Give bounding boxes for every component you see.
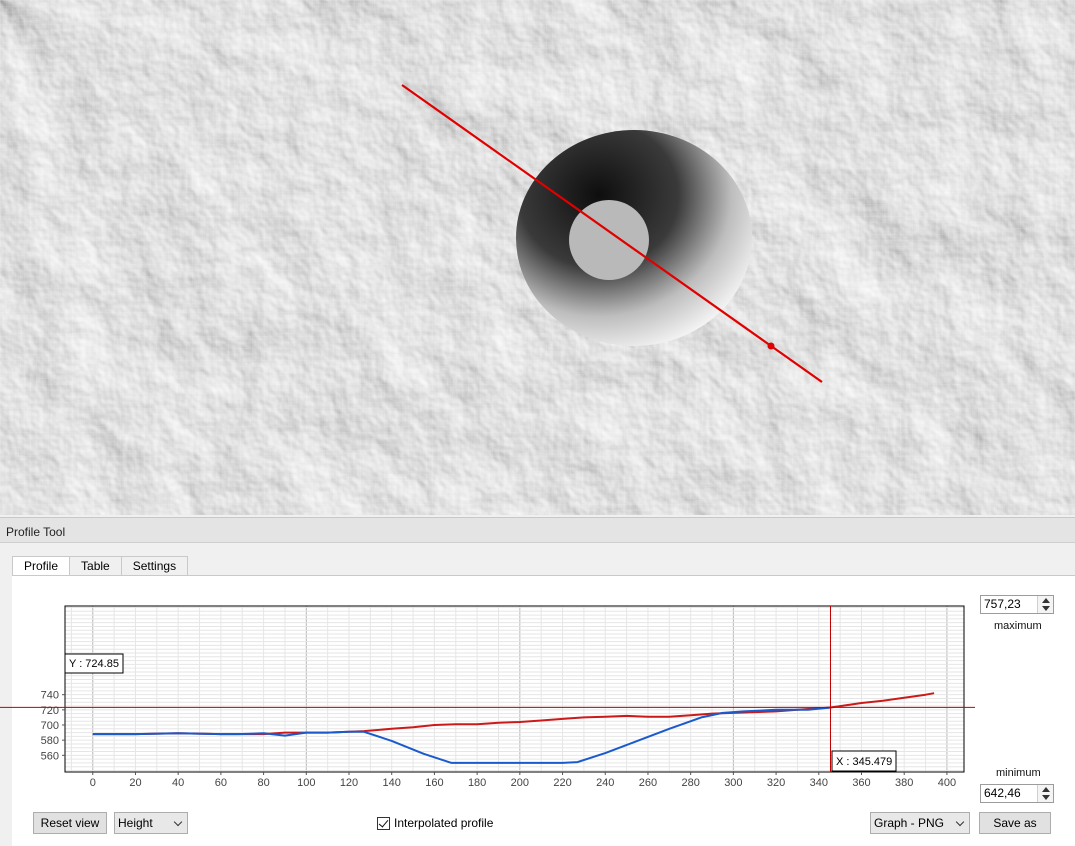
x-tick-label: 20: [129, 777, 141, 789]
plot-grid: [65, 606, 964, 772]
x-tick-label: 240: [596, 777, 614, 789]
arrow-up-icon[interactable]: [1042, 787, 1050, 792]
tab-profile[interactable]: Profile: [12, 556, 71, 577]
x-tick-label: 300: [724, 777, 742, 789]
y-tick-label: 580: [41, 735, 59, 747]
y-tick-label: 560: [41, 750, 59, 762]
y-tick-label: 700: [41, 720, 59, 732]
tab-bar: Profile Table Settings: [12, 556, 189, 577]
maximum-stepper[interactable]: [1037, 596, 1053, 613]
x-tick-label: 320: [767, 777, 785, 789]
minimum-value: 642,46: [984, 786, 1021, 800]
x-tick-label: 180: [468, 777, 486, 789]
x-tick-label: 40: [172, 777, 184, 789]
x-tick-label: 100: [297, 777, 315, 789]
x-tick-label: 120: [340, 777, 358, 789]
x-tick-label: 200: [511, 777, 529, 789]
x-axis-ticks: 0 20 40 60 80 100 120 140 160 180 200 220 240 260 280 3…: [90, 772, 956, 789]
tab-table[interactable]: Table: [69, 556, 122, 576]
y-tick-label: 740: [41, 690, 59, 702]
chevron-down-icon: [173, 817, 183, 827]
profile-plot[interactable]: 0 20 40 60 80 100 120 140 160 180 200 220 240 260 280 3…: [0, 590, 975, 805]
x-tick-label: 360: [852, 777, 870, 789]
interpolated-profile-label: Interpolated profile: [394, 816, 494, 830]
profile-cursor-point[interactable]: [767, 342, 775, 350]
plot-crosshair: Y : 724.85 X : 345.479: [0, 606, 975, 772]
profile-mode-select[interactable]: Height: [114, 812, 188, 834]
x-tick-label: 340: [810, 777, 828, 789]
map-canvas[interactable]: [0, 0, 1075, 515]
plot-series: [92, 692, 935, 764]
export-format-value: Graph - PNG: [874, 816, 945, 830]
maximum-value: 757,23: [984, 597, 1021, 611]
series-line-blue: [92, 706, 830, 764]
minimum-stepper[interactable]: [1037, 785, 1053, 802]
interpolated-profile-toggle[interactable]: Interpolated profile: [377, 815, 493, 831]
x-tick-label: 60: [215, 777, 227, 789]
panel-title: Profile Tool: [6, 525, 66, 539]
x-tick-label: 140: [383, 777, 401, 789]
save-as-button[interactable]: Save as: [979, 812, 1051, 834]
profile-mode-value: Height: [118, 816, 153, 830]
x-readout-text: X : 345.479: [836, 756, 892, 768]
minimum-label: minimum: [996, 767, 1041, 779]
export-format-select[interactable]: Graph - PNG: [870, 812, 970, 834]
x-tick-label: 80: [257, 777, 269, 789]
x-tick-label: 220: [553, 777, 571, 789]
chevron-down-icon: [955, 817, 965, 827]
tab-settings[interactable]: Settings: [120, 556, 189, 576]
x-tick-label: 380: [895, 777, 913, 789]
x-tick-label: 280: [681, 777, 699, 789]
checkbox-checked-icon[interactable]: [377, 816, 390, 830]
y-axis-ticks: 560 580 700 720 740: [41, 690, 65, 762]
y-readout-box: Y : 724.85: [64, 653, 124, 674]
arrow-up-icon[interactable]: [1042, 598, 1050, 603]
x-tick-label: 260: [639, 777, 657, 789]
x-tick-label: 400: [938, 777, 956, 789]
maximum-label: maximum: [994, 620, 1042, 632]
y-readout-text: Y : 724.85: [69, 658, 119, 670]
y-tick-label: 720: [41, 705, 59, 717]
profile-tool-dock-header: Profile Tool: [0, 517, 1075, 543]
reset-view-button[interactable]: Reset view: [33, 812, 107, 834]
maximum-spinbox[interactable]: 757,23: [980, 595, 1054, 614]
arrow-down-icon[interactable]: [1042, 795, 1050, 800]
arrow-down-icon[interactable]: [1042, 606, 1050, 611]
x-tick-label: 160: [425, 777, 443, 789]
x-readout-box: X : 345.479: [831, 750, 897, 772]
x-tick-label: 0: [90, 777, 96, 789]
minimum-spinbox[interactable]: 642,46: [980, 784, 1054, 803]
